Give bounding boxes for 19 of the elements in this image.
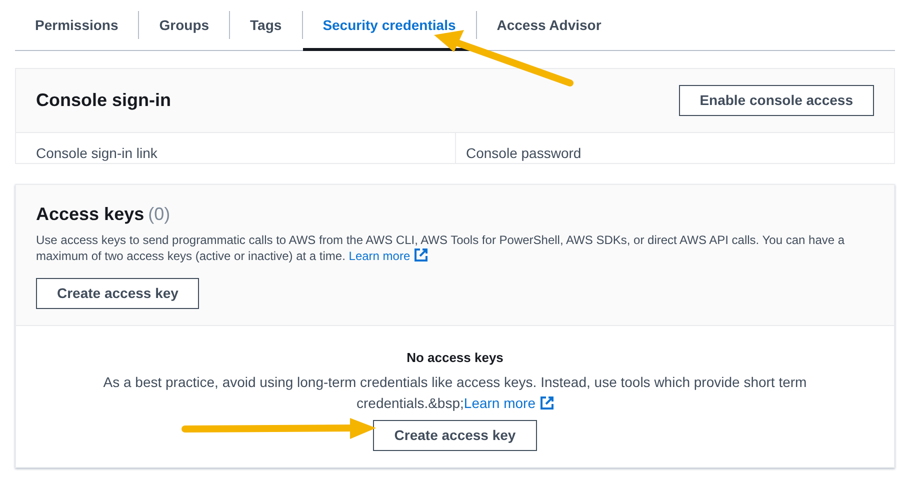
tab[interactable]: Groups bbox=[139, 0, 230, 50]
count: (0) bbox=[148, 203, 170, 226]
tab[interactable]: Tags bbox=[230, 0, 302, 50]
learn-more-link[interactable]: Learn more bbox=[348, 249, 428, 263]
external-link-icon bbox=[540, 396, 554, 410]
enable-console-access-button[interactable]: Enable console access bbox=[678, 85, 874, 116]
external-link-icon bbox=[414, 248, 428, 262]
card-title: Access keys bbox=[36, 203, 144, 226]
tab[interactable]: Access Advisor bbox=[476, 0, 622, 50]
description: Use access keys to send programmatic calls to AWS from the AWS CLI, AWS Tools for PowerShell, AWS SDKs, or direct AWS API calls. You can have a maximum of two access keys (active or inactive) at a time. Learn more bbox=[36, 232, 846, 264]
learn-more-link[interactable]: Learn more bbox=[464, 394, 554, 410]
field-label: Console password bbox=[466, 145, 582, 161]
create-access-key-button[interactable]: Create access key bbox=[373, 420, 537, 450]
tab[interactable]: Permissions bbox=[15, 0, 138, 50]
create-access-key-button[interactable]: Create access key bbox=[36, 278, 200, 309]
empty-description: As a best practice, avoid using long-term credentials like access keys. Instead, use tools which provide short term credentials.&bsp;Learn more bbox=[102, 372, 808, 413]
card-title: Console sign-in bbox=[36, 89, 171, 112]
field-label: Console sign-in link bbox=[36, 145, 158, 161]
empty-title: No access keys bbox=[406, 349, 504, 367]
